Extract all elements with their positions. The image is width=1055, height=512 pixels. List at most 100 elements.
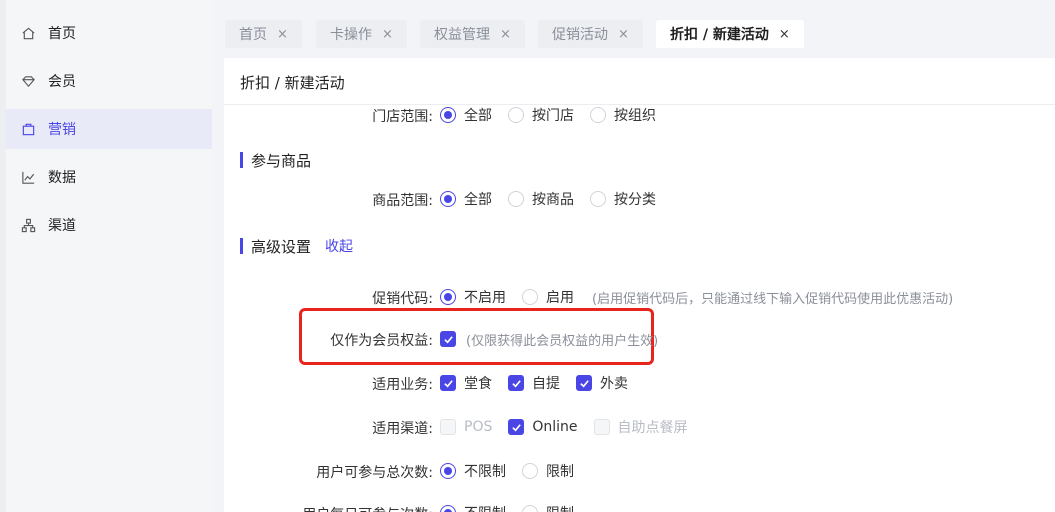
sidebar-item-member[interactable]: 会员 bbox=[6, 61, 212, 101]
member-only-checkbox[interactable] bbox=[440, 331, 464, 347]
tab-label: 首页 bbox=[239, 27, 267, 43]
close-icon[interactable]: × bbox=[277, 27, 288, 42]
tab-label: 权益管理 bbox=[434, 27, 490, 43]
radio-dot bbox=[522, 289, 538, 305]
close-icon[interactable]: × bbox=[500, 27, 511, 42]
radio-dot bbox=[590, 191, 606, 207]
radio-label: 按组织 bbox=[614, 108, 656, 124]
radio-label: 不启用 bbox=[464, 290, 506, 306]
radio-dot bbox=[508, 191, 524, 207]
radio-label: 不限制 bbox=[464, 503, 506, 512]
store-scope-by-store-radio[interactable]: 按门店 bbox=[508, 105, 574, 125]
sidebar-item-label: 首页 bbox=[48, 26, 76, 42]
tab-label: 折扣 / 新建活动 bbox=[670, 27, 769, 43]
store-scope-row: 门店范围: 全部 按门店 按组织 bbox=[224, 104, 1055, 126]
store-scope-all-radio[interactable]: 全部 bbox=[440, 105, 492, 125]
radio-dot bbox=[508, 107, 524, 123]
checkbox-box bbox=[440, 375, 456, 391]
marketing-icon bbox=[20, 121, 36, 137]
member-only-label: 仅作为会员权益: bbox=[330, 333, 433, 349]
section-bar bbox=[240, 238, 243, 254]
business-dine-in-checkbox[interactable]: 堂食 bbox=[440, 373, 492, 393]
sidebar: 首页 会员 营销 数据 渠道 bbox=[0, 0, 212, 512]
radio-label: 限制 bbox=[546, 503, 574, 512]
goods-section-header: 参与商品 bbox=[240, 150, 311, 170]
channel-online-checkbox[interactable]: Online bbox=[508, 419, 578, 435]
section-title: 高级设置 bbox=[251, 237, 312, 256]
member-only-row: 仅作为会员权益: (仅限获得此会员权益的用户生效) bbox=[224, 328, 1055, 350]
tab-discount-new[interactable]: 折扣 / 新建活动 × bbox=[656, 20, 804, 48]
tab-label: 促销活动 bbox=[552, 27, 608, 43]
promo-code-label: 促销代码: bbox=[372, 291, 433, 307]
checkbox-box bbox=[440, 419, 456, 435]
total-times-limited-radio[interactable]: 限制 bbox=[522, 461, 574, 481]
sidebar-item-home[interactable]: 首页 bbox=[6, 13, 212, 53]
sidebar-item-label: 会员 bbox=[48, 74, 76, 90]
total-times-label: 用户可参与总次数: bbox=[316, 465, 433, 481]
goods-scope-row: 商品范围: 全部 按商品 按分类 bbox=[224, 188, 1055, 210]
checkbox-box bbox=[576, 375, 592, 391]
checkbox-box bbox=[508, 419, 525, 435]
radio-dot bbox=[440, 463, 456, 479]
close-icon[interactable]: × bbox=[618, 27, 629, 42]
total-times-row: 用户可参与总次数: 不限制 限制 bbox=[224, 460, 1055, 482]
tab-promotion[interactable]: 促销活动 × bbox=[538, 20, 643, 48]
sidebar-item-label: 渠道 bbox=[48, 218, 76, 234]
close-icon[interactable]: × bbox=[779, 27, 790, 42]
radio-label: 限制 bbox=[546, 464, 574, 480]
business-label: 适用业务: bbox=[372, 377, 433, 393]
promo-code-disabled-radio[interactable]: 不启用 bbox=[440, 287, 506, 307]
total-times-unlimited-radio[interactable]: 不限制 bbox=[440, 461, 506, 481]
daily-times-limited-radio[interactable]: 限制 bbox=[522, 503, 574, 512]
radio-label: 按门店 bbox=[532, 108, 574, 124]
radio-dot bbox=[590, 107, 606, 123]
check-icon bbox=[443, 379, 453, 387]
promo-code-enabled-radio[interactable]: 启用 bbox=[522, 287, 574, 307]
checkbox-label: 自助点餐屏 bbox=[617, 420, 688, 436]
promo-code-row: 促销代码: 不启用 启用 (启用促销代码后，只能通过线下输入促销代码使用此优惠活… bbox=[224, 286, 1055, 308]
member-icon bbox=[20, 73, 36, 89]
goods-scope-by-goods-radio[interactable]: 按商品 bbox=[508, 189, 574, 209]
sidebar-item-label: 数据 bbox=[48, 170, 76, 186]
goods-scope-all-radio[interactable]: 全部 bbox=[440, 189, 492, 209]
radio-label: 按商品 bbox=[532, 192, 574, 208]
sidebar-item-data[interactable]: 数据 bbox=[6, 157, 212, 197]
radio-dot bbox=[440, 505, 456, 512]
radio-dot bbox=[522, 463, 538, 479]
business-pickup-checkbox[interactable]: 自提 bbox=[508, 373, 560, 393]
sidebar-item-marketing[interactable]: 营销 bbox=[6, 109, 212, 149]
close-icon[interactable]: × bbox=[382, 27, 393, 42]
goods-scope-by-category-radio[interactable]: 按分类 bbox=[590, 189, 656, 209]
chart-icon bbox=[20, 169, 36, 185]
store-scope-label: 门店范围: bbox=[372, 109, 433, 125]
check-icon bbox=[511, 379, 521, 387]
sidebar-item-channel[interactable]: 渠道 bbox=[6, 205, 212, 245]
tab-card-operation[interactable]: 卡操作 × bbox=[316, 20, 407, 48]
checkbox-label: POS bbox=[464, 419, 493, 435]
checkbox-box bbox=[593, 419, 610, 435]
store-scope-by-org-radio[interactable]: 按组织 bbox=[590, 105, 656, 125]
section-bar bbox=[240, 152, 243, 168]
daily-times-label: 用户每日可参与次数: bbox=[302, 504, 433, 512]
collapse-link[interactable]: 收起 bbox=[325, 236, 353, 256]
tab-benefit-management[interactable]: 权益管理 × bbox=[420, 20, 525, 48]
tab-home[interactable]: 首页 × bbox=[225, 20, 302, 48]
channel-pos-checkbox: POS bbox=[440, 419, 492, 435]
daily-times-unlimited-radio[interactable]: 不限制 bbox=[440, 503, 506, 512]
sidebar-item-label: 营销 bbox=[48, 122, 76, 138]
radio-label: 按分类 bbox=[614, 192, 656, 208]
checkbox-label: 外卖 bbox=[600, 376, 628, 392]
check-icon bbox=[579, 379, 589, 387]
promo-code-hint: (启用促销代码后，只能通过线下输入促销代码使用此优惠活动) bbox=[592, 291, 954, 307]
business-delivery-checkbox[interactable]: 外卖 bbox=[576, 373, 628, 393]
checkbox-label: 自提 bbox=[532, 376, 560, 392]
section-title: 参与商品 bbox=[251, 151, 312, 170]
checkbox-label: 堂食 bbox=[464, 376, 492, 392]
radio-label: 启用 bbox=[546, 290, 574, 306]
radio-label: 全部 bbox=[464, 192, 492, 208]
radio-dot bbox=[440, 289, 456, 305]
checkbox-box bbox=[508, 375, 524, 391]
checkbox-box bbox=[440, 331, 456, 347]
check-icon bbox=[443, 335, 453, 343]
goods-scope-label: 商品范围: bbox=[372, 193, 433, 209]
